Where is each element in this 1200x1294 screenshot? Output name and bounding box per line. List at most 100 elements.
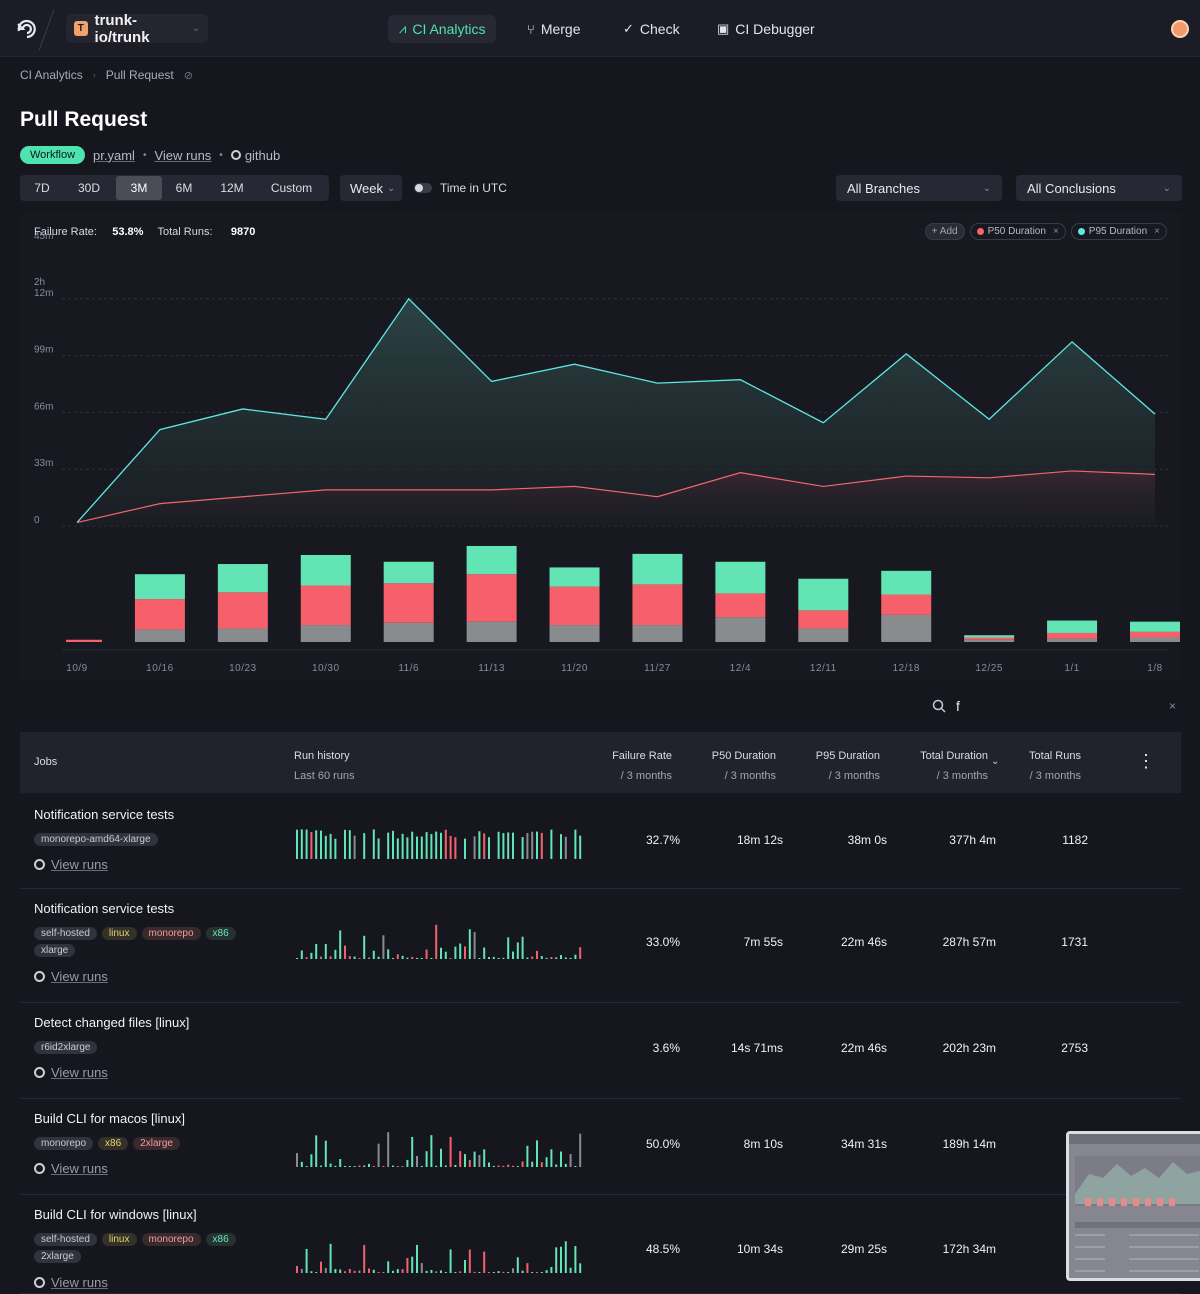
run-bar xyxy=(473,1151,476,1167)
col-run-history[interactable]: Run history Last 60 runs xyxy=(294,746,355,786)
bar-segment-success xyxy=(134,574,185,600)
runner-tag: x86 xyxy=(205,1233,236,1246)
bar-segment-other xyxy=(1047,638,1098,642)
run-bar xyxy=(468,929,471,959)
sort-desc-icon[interactable]: ⌄ xyxy=(991,756,999,767)
clear-search-icon[interactable]: × xyxy=(1169,699,1176,713)
run-bar xyxy=(531,1161,534,1167)
run-bar xyxy=(305,1248,308,1273)
bar-segment-failure xyxy=(881,594,932,615)
view-runs-link[interactable]: View runs xyxy=(34,1275,108,1290)
view-runs-link[interactable]: View runs xyxy=(34,1065,108,1080)
col-jobs[interactable]: Jobs xyxy=(34,752,57,772)
run-bar xyxy=(420,1263,423,1273)
run-bar xyxy=(492,1271,495,1273)
run-bar xyxy=(401,1269,404,1273)
table-row[interactable]: Build CLI for windows [linux] self-hosted… xyxy=(20,1195,1181,1294)
search-input[interactable]: f xyxy=(956,698,1159,714)
col-subtitle: / 3 months xyxy=(828,770,880,782)
github-icon xyxy=(34,971,45,982)
runner-tag: monorepo-amd64-xlarge xyxy=(34,833,158,846)
view-runs-label: View runs xyxy=(51,1161,108,1176)
run-bar xyxy=(536,831,538,859)
thumbnail-preview-icon xyxy=(1069,1134,1200,1272)
run-bar xyxy=(353,1270,356,1273)
run-bar xyxy=(310,1154,313,1167)
table-row[interactable]: Detect changed files [linux] r6id2xlarge V… xyxy=(20,1003,1181,1099)
run-bar xyxy=(560,955,562,959)
col-total-runs[interactable]: Total Runs / 3 months xyxy=(1020,746,1081,786)
col-p95[interactable]: P95 Duration / 3 months xyxy=(800,746,880,786)
total-runs-value: 2753 xyxy=(1061,1041,1088,1055)
more-options-icon[interactable]: ⋮ xyxy=(1137,751,1155,771)
run-bar xyxy=(579,1263,582,1273)
run-bar xyxy=(368,1163,370,1167)
bar-segment-failure xyxy=(383,583,434,623)
total-duration-value: 202h 23m xyxy=(942,1041,996,1055)
run-bar xyxy=(579,947,582,959)
run-history-sparkline[interactable] xyxy=(294,823,584,859)
run-history-sparkline[interactable] xyxy=(294,1131,584,1167)
p50-value: 10m 34s xyxy=(736,1242,783,1256)
run-bar xyxy=(315,1135,318,1167)
view-runs-link[interactable]: View runs xyxy=(34,1161,108,1176)
run-bar xyxy=(507,1271,510,1273)
run-bar xyxy=(521,1270,524,1273)
run-bar xyxy=(531,831,534,859)
job-search[interactable]: f × xyxy=(926,693,1182,719)
total-duration-value: 287h 57m xyxy=(942,935,996,949)
run-bar xyxy=(382,935,385,959)
bar-segment-failure xyxy=(134,599,185,630)
run-bar xyxy=(315,830,318,859)
run-bar xyxy=(363,1244,366,1273)
table-row[interactable]: Build CLI for macos [linux] monorepo x86 2x… xyxy=(20,1099,1181,1195)
duration-chart: 0 33m 66m 99m 2h12m 45m 10/9 10/16 10/23 10/30 11… xyxy=(34,231,1180,674)
run-bar xyxy=(492,956,495,959)
bar-segment-success xyxy=(632,553,683,585)
run-bar xyxy=(324,835,327,859)
run-history-sparkline[interactable] xyxy=(294,1237,584,1273)
run-bar xyxy=(416,957,418,959)
run-bar xyxy=(430,1269,433,1273)
run-bar xyxy=(372,1269,375,1273)
y-axis-ticks: 0 33m 66m 99m 2h12m 45m xyxy=(34,231,53,526)
table-row[interactable]: Notification service tests monorepo-amd64… xyxy=(20,795,1181,889)
run-bar xyxy=(411,956,414,959)
run-history-sparkline[interactable] xyxy=(294,923,584,959)
bar-segment-success xyxy=(300,555,351,586)
run-bar xyxy=(411,1136,414,1167)
run-bar xyxy=(420,957,423,959)
x-tick-label: 11/20 xyxy=(561,663,588,674)
view-runs-label: View runs xyxy=(51,857,108,872)
total-duration-value: 189h 14m xyxy=(942,1137,996,1151)
run-bar xyxy=(392,830,394,859)
run-bar xyxy=(348,1268,351,1273)
run-bar xyxy=(512,1165,514,1167)
run-bar xyxy=(344,1165,346,1167)
view-runs-link[interactable]: View runs xyxy=(34,969,108,984)
table-row[interactable]: Notification service tests self-hosted lin… xyxy=(20,889,1181,1003)
col-failure-rate[interactable]: Failure Rate / 3 months xyxy=(596,746,672,786)
run-bar xyxy=(540,1271,543,1273)
run-bar xyxy=(540,832,543,859)
run-bar xyxy=(526,957,529,959)
bar-segment-success xyxy=(881,570,932,595)
run-bar xyxy=(320,956,322,959)
runner-tag: r6id2xlarge xyxy=(34,1041,98,1054)
col-total-duration[interactable]: Total Duration / 3 months xyxy=(908,746,988,786)
run-bar xyxy=(488,957,490,959)
screenshot-thumbnail[interactable] xyxy=(1066,1131,1200,1281)
run-bar xyxy=(473,1271,476,1273)
runner-tags: monorepo x86 2xlarge xyxy=(34,1137,264,1150)
run-history-sparkline[interactable] xyxy=(294,1035,584,1071)
run-bar xyxy=(531,1271,534,1273)
col-p50[interactable]: P50 Duration / 3 months xyxy=(700,746,776,786)
run-bar xyxy=(473,836,476,859)
runner-tags: self-hosted linux monorepo x86 2xlarge xyxy=(34,1233,264,1263)
run-bar xyxy=(348,1165,351,1167)
run-bar xyxy=(531,956,534,959)
view-runs-link[interactable]: View runs xyxy=(34,857,108,872)
p50-value: 18m 12s xyxy=(736,833,783,847)
run-bar xyxy=(536,1140,538,1167)
bar-segment-failure xyxy=(798,610,849,629)
